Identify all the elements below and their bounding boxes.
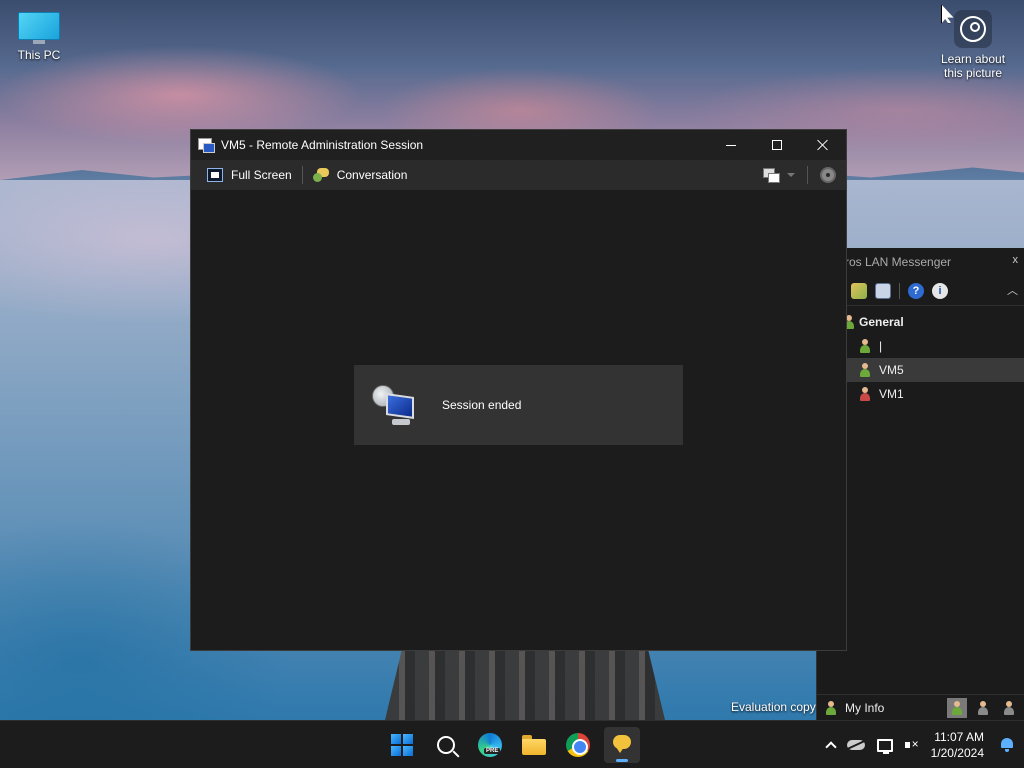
history-icon[interactable]: [875, 282, 891, 299]
group-general[interactable]: General: [817, 310, 1024, 334]
contact-name: VM1: [879, 387, 904, 401]
toolbar-separator: [899, 282, 900, 299]
full-screen-icon: [207, 168, 223, 182]
my-info-button[interactable]: My Info: [845, 701, 884, 715]
windows-start-icon: [391, 734, 413, 756]
evaluation-copy-watermark: Evaluation copy: [731, 700, 816, 714]
help-icon[interactable]: ?: [908, 282, 924, 299]
camera-info-icon: [954, 10, 992, 48]
system-tray: 11:07 AM 1/20/2024: [824, 721, 1024, 768]
contact-item-vm5[interactable]: VM5: [817, 358, 1024, 382]
user-busy-icon: [859, 387, 871, 401]
contact-item-vm1[interactable]: VM1: [817, 382, 1024, 406]
user-available-icon: [951, 700, 963, 715]
this-pc-icon: [18, 12, 60, 44]
info-icon[interactable]: i: [932, 282, 948, 299]
clock-date: 1/20/2024: [930, 746, 984, 760]
my-info-user-icon: [825, 700, 837, 715]
lan-messenger-icon: [611, 734, 633, 756]
messenger-title: ros LAN Messenger: [845, 255, 952, 269]
full-screen-label: Full Screen: [231, 168, 292, 182]
remote-screen-area[interactable]: Session ended: [191, 190, 846, 650]
messenger-close-button[interactable]: x: [1013, 254, 1019, 266]
taskbar-apps: PRE: [384, 727, 640, 763]
window-titlebar[interactable]: VM5 - Remote Administration Session: [191, 130, 846, 160]
status-offline-button[interactable]: [999, 698, 1019, 718]
search-icon: [437, 736, 455, 754]
close-button[interactable]: [800, 130, 846, 160]
minimize-icon: [726, 144, 736, 146]
full-screen-button[interactable]: Full Screen: [201, 162, 298, 188]
lan-messenger-window[interactable]: ros LAN Messenger x ? i ︿ General | VM5 …: [816, 248, 1024, 720]
network-icon[interactable]: [876, 738, 893, 754]
maximize-icon: [772, 140, 782, 150]
chevron-down-icon[interactable]: [787, 173, 795, 177]
chrome-icon: [566, 733, 590, 757]
start-button[interactable]: [384, 727, 420, 763]
status-available-button[interactable]: [947, 697, 967, 718]
conversation-icon: [312, 168, 329, 182]
chevron-up-icon[interactable]: ︿: [1007, 282, 1018, 298]
search-button[interactable]: [428, 727, 464, 763]
session-status-text: Session ended: [442, 398, 522, 412]
session-status-panel: Session ended: [354, 365, 683, 445]
contact-name: VM5: [879, 363, 904, 377]
user-offline-icon: [1003, 700, 1015, 715]
edge-icon: PRE: [478, 733, 502, 757]
desktop-icon-label: Learn about this picture: [940, 52, 1006, 80]
minimize-button[interactable]: [708, 130, 754, 160]
window-title: VM5 - Remote Administration Session: [221, 138, 424, 152]
group-label: General: [859, 315, 904, 329]
conversation-button[interactable]: Conversation: [307, 162, 414, 188]
edge-button[interactable]: PRE: [472, 727, 508, 763]
desktop-icon-label: This PC: [17, 48, 61, 62]
contact-name: |: [879, 339, 883, 353]
file-transfer-icon[interactable]: [851, 282, 867, 299]
volume-muted-icon[interactable]: [904, 737, 919, 752]
session-toolbar: Full Screen Conversation: [191, 160, 846, 190]
pre-badge: PRE: [484, 748, 501, 754]
status-away-button[interactable]: [973, 698, 993, 718]
file-explorer-button[interactable]: [516, 727, 552, 763]
chrome-button[interactable]: [560, 727, 596, 763]
contact-item[interactable]: |: [817, 334, 1024, 358]
notification-bell-icon[interactable]: [1000, 738, 1014, 752]
desktop-icon-this-pc[interactable]: This PC: [4, 8, 74, 62]
gear-icon[interactable]: [820, 167, 836, 183]
user-online-icon: [859, 339, 871, 353]
close-icon: [817, 139, 829, 151]
wallpaper-pier: [385, 650, 665, 720]
messenger-status-bar: My Info: [817, 694, 1024, 720]
maximize-button[interactable]: [754, 130, 800, 160]
messenger-titlebar[interactable]: ros LAN Messenger x: [817, 248, 1024, 276]
clock[interactable]: 11:07 AM 1/20/2024: [931, 729, 984, 761]
user-online-icon: [859, 363, 871, 377]
onedrive-offline-icon[interactable]: [846, 740, 865, 750]
taskbar: PRE 11:07 AM 1/20/2024: [0, 720, 1024, 768]
conversation-label: Conversation: [336, 168, 408, 182]
clock-time: 11:07 AM: [934, 730, 984, 744]
window-list-icon[interactable]: [763, 168, 780, 183]
file-explorer-icon: [522, 735, 546, 755]
remote-admin-app-icon: [198, 138, 215, 153]
toolbar-separator: [807, 166, 808, 184]
toolbar-separator: [301, 166, 303, 184]
show-hidden-icons-icon[interactable]: [824, 741, 837, 753]
lan-messenger-button[interactable]: [604, 727, 640, 763]
remote-session-window[interactable]: VM5 - Remote Administration Session Full…: [190, 129, 847, 651]
user-away-icon: [977, 700, 989, 715]
messenger-toolbar: ? i ︿: [817, 276, 1024, 306]
remote-computer-icon: [372, 381, 420, 429]
